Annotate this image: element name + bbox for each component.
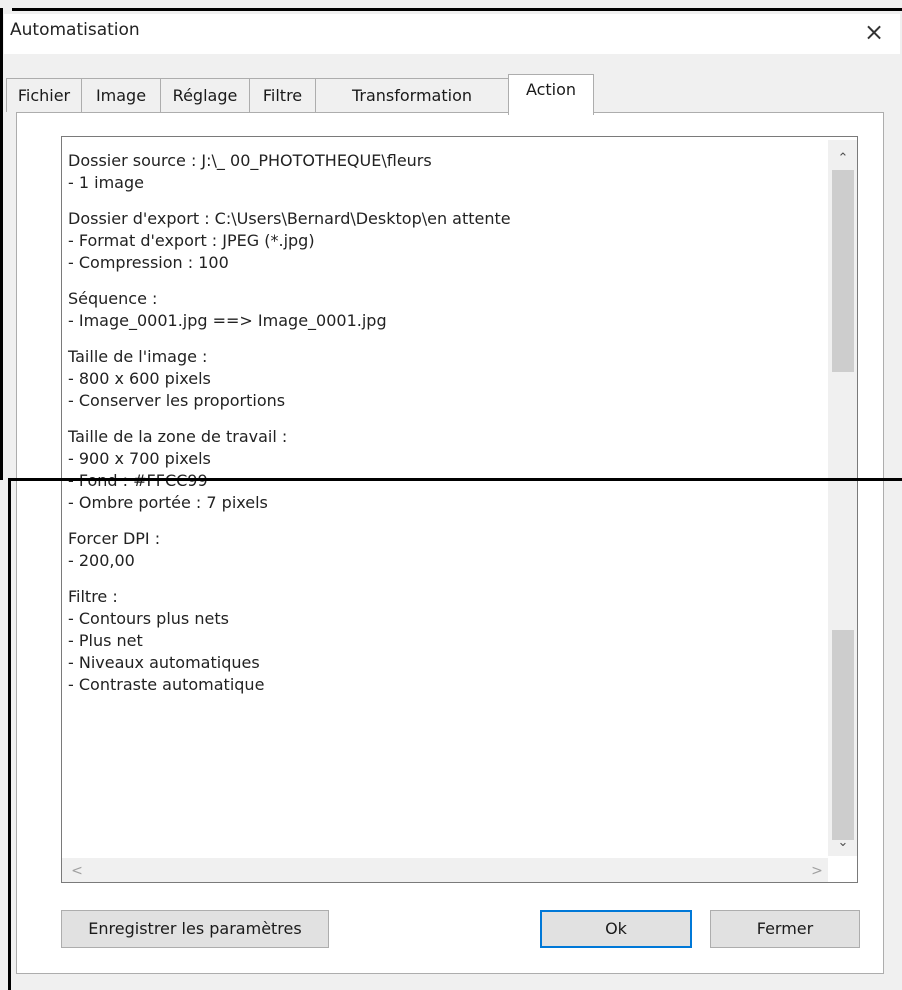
- scroll-up-icon[interactable]: ⌃: [832, 148, 854, 170]
- log-line: - 200,00: [68, 551, 135, 570]
- log-line: - Contraste automatique: [68, 675, 265, 694]
- log-section: Filtre : - Contours plus nets - Plus net - …: [68, 586, 818, 696]
- log-line: Taille de la zone de travail :: [68, 427, 288, 446]
- border-line: [0, 8, 3, 480]
- log-line: Dossier d'export : C:\Users\Bernard\Desk…: [68, 209, 511, 228]
- log-line: Dossier source : J:\_ 00_PHOTOTHEQUE\fle…: [68, 151, 432, 170]
- composite-seam-line: [8, 478, 902, 481]
- log-section: Taille de l'image : - 800 x 600 pixels - C…: [68, 346, 818, 412]
- tab-fichier[interactable]: Fichier: [6, 78, 82, 112]
- scroll-down-icon[interactable]: ⌄: [832, 832, 854, 854]
- vertical-scroll-thumb-lower[interactable]: [832, 630, 854, 840]
- log-line: - 1 image: [68, 173, 144, 192]
- log-section: Séquence : - Image_0001.jpg ==> Image_000…: [68, 288, 818, 332]
- log-section: Dossier source : J:\_ 00_PHOTOTHEQUE\fle…: [68, 150, 818, 194]
- log-line: - Fond : #FFCC99: [68, 470, 818, 492]
- tab-transformation[interactable]: Transformation: [315, 78, 509, 112]
- log-line: - Plus net: [68, 631, 143, 650]
- window-title: Automatisation: [10, 20, 140, 40]
- tab-filtre[interactable]: Filtre: [249, 78, 316, 112]
- border-line: [8, 478, 11, 990]
- log-section: Taille de la zone de travail : - 900 x 70…: [68, 426, 818, 514]
- scroll-left-icon[interactable]: <: [66, 860, 88, 882]
- log-line: - Conserver les proportions: [68, 391, 286, 410]
- log-line: Filtre :: [68, 587, 118, 606]
- tab-reglage[interactable]: Réglage: [160, 78, 250, 112]
- log-section: Dossier d'export : C:\Users\Bernard\Desk…: [68, 208, 818, 274]
- vertical-scroll-thumb[interactable]: [832, 170, 854, 372]
- fermer-button[interactable]: Fermer: [710, 910, 860, 948]
- tab-image[interactable]: Image: [81, 78, 161, 112]
- log-line: Séquence :: [68, 289, 158, 308]
- ok-button[interactable]: Ok: [540, 910, 692, 948]
- automation-dialog: Automatisation × Fichier Image Réglage F…: [0, 0, 902, 990]
- log-line: Forcer DPI :: [68, 529, 161, 548]
- tab-action[interactable]: Action: [508, 74, 594, 115]
- border-line: [12, 8, 902, 11]
- log-line: Taille de l'image :: [68, 347, 208, 366]
- log-line: - Compression : 100: [68, 253, 229, 272]
- log-line: - 900 x 700 pixels: [68, 449, 211, 468]
- log-line: - Niveaux automatiques: [68, 653, 260, 672]
- log-line: - Ombre portée : 7 pixels: [68, 493, 268, 512]
- log-line: - 800 x 600 pixels: [68, 369, 211, 388]
- log-line: - Contours plus nets: [68, 609, 229, 628]
- close-icon[interactable]: ×: [858, 14, 890, 50]
- horizontal-scrollbar[interactable]: [62, 858, 828, 882]
- scroll-right-icon[interactable]: >: [806, 860, 828, 882]
- save-settings-button[interactable]: Enregistrer les paramètres: [61, 910, 329, 948]
- log-section: Forcer DPI : - 200,00: [68, 528, 818, 572]
- log-line: - Format d'export : JPEG (*.jpg): [68, 231, 315, 250]
- log-line: - Image_0001.jpg ==> Image_0001.jpg: [68, 311, 387, 330]
- action-summary-text: Dossier source : J:\_ 00_PHOTOTHEQUE\fle…: [68, 146, 818, 710]
